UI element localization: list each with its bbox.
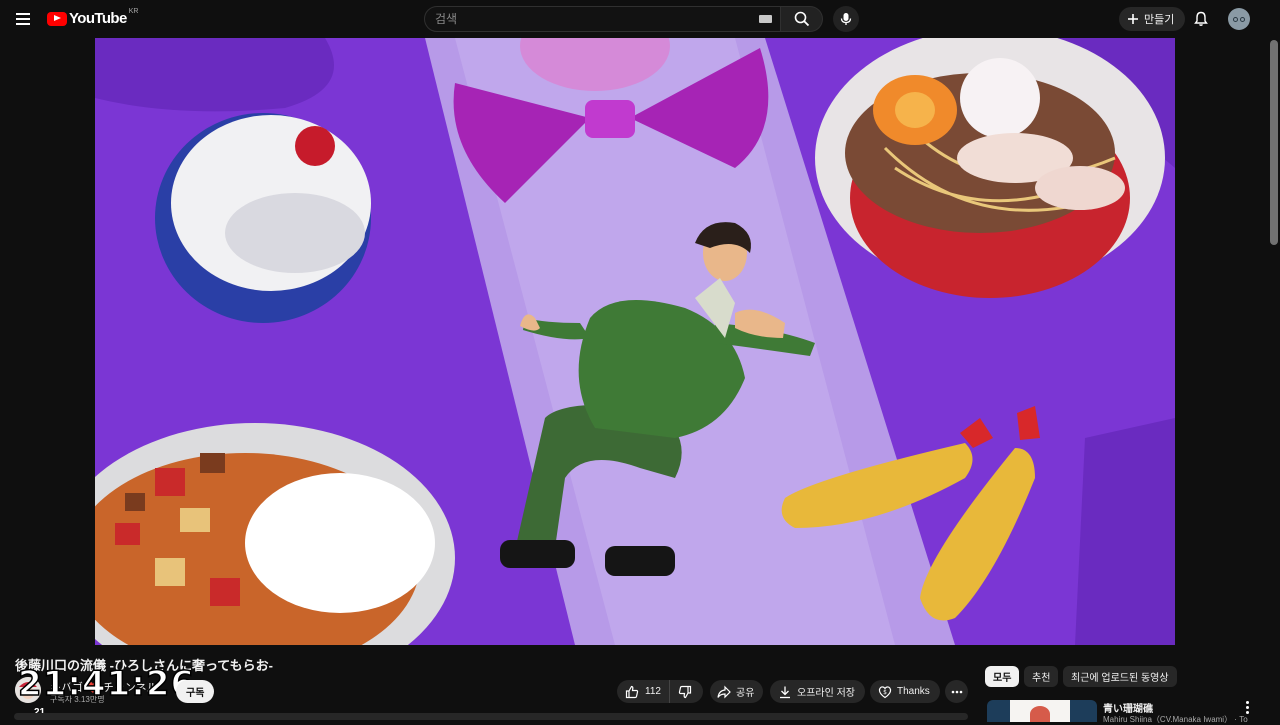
search-button[interactable] — [781, 6, 823, 32]
chip-recently-uploaded[interactable]: 최근에 업로드된 동영상 — [1063, 666, 1177, 687]
video-player[interactable] — [95, 38, 1175, 645]
share-label: 공유 — [736, 688, 755, 699]
more-icon — [951, 690, 962, 693]
download-icon — [780, 686, 790, 698]
kebab-icon[interactable] — [1242, 700, 1252, 714]
svg-text:$: $ — [883, 689, 887, 696]
account-avatar[interactable] — [1228, 8, 1250, 30]
like-dislike-group: 112 — [617, 680, 703, 703]
plus-icon — [1128, 14, 1138, 24]
dislike-button[interactable] — [670, 680, 700, 703]
more-actions-button[interactable] — [945, 680, 968, 703]
download-button[interactable]: 오프라인 저장 — [770, 680, 865, 703]
share-icon — [717, 685, 731, 698]
search-input[interactable] — [425, 7, 745, 31]
save-label: 오프라인 저장 — [797, 688, 855, 699]
share-button[interactable]: 공유 — [710, 680, 764, 703]
notifications-button[interactable] — [1190, 8, 1212, 30]
recommendation-title[interactable]: 青い珊瑚礁 — [1103, 700, 1153, 715]
chip-recommended[interactable]: 추천 — [1024, 666, 1059, 687]
thumbs-up-icon — [625, 685, 639, 698]
search-box — [424, 6, 781, 32]
search-icon — [794, 11, 809, 27]
voice-search-button[interactable] — [833, 6, 859, 32]
like-count: 112 — [645, 686, 661, 697]
like-button[interactable]: 112 — [617, 680, 670, 703]
mic-icon — [840, 13, 852, 25]
create-label: 만들기 — [1144, 14, 1175, 26]
youtube-logo-icon — [47, 11, 67, 26]
clock-overlay: 21:41:26 — [17, 663, 196, 705]
country-code: KR — [128, 8, 139, 15]
video-frame — [95, 38, 1175, 645]
logo-wordmark: YouTube — [69, 10, 127, 27]
thanks-icon: $ — [878, 685, 892, 698]
thanks-button[interactable]: $ Thanks — [870, 680, 940, 703]
thumbs-down-icon — [678, 685, 692, 698]
chip-all[interactable]: 모두 — [985, 666, 1020, 687]
page-scrollbar[interactable] — [1270, 40, 1278, 245]
thanks-label: Thanks — [897, 686, 930, 697]
menu-icon[interactable] — [12, 8, 34, 30]
keyboard-icon[interactable] — [759, 15, 772, 23]
youtube-logo[interactable]: YouTube KR — [47, 8, 139, 27]
masthead: YouTube KR 만들기 — [0, 0, 1280, 38]
subscribe-button[interactable]: 구독 — [176, 680, 215, 703]
description-box[interactable] — [14, 713, 968, 720]
bell-icon — [1194, 11, 1208, 26]
recommendation-thumbnail[interactable] — [987, 700, 1097, 722]
create-button[interactable]: 만들기 — [1119, 7, 1186, 31]
